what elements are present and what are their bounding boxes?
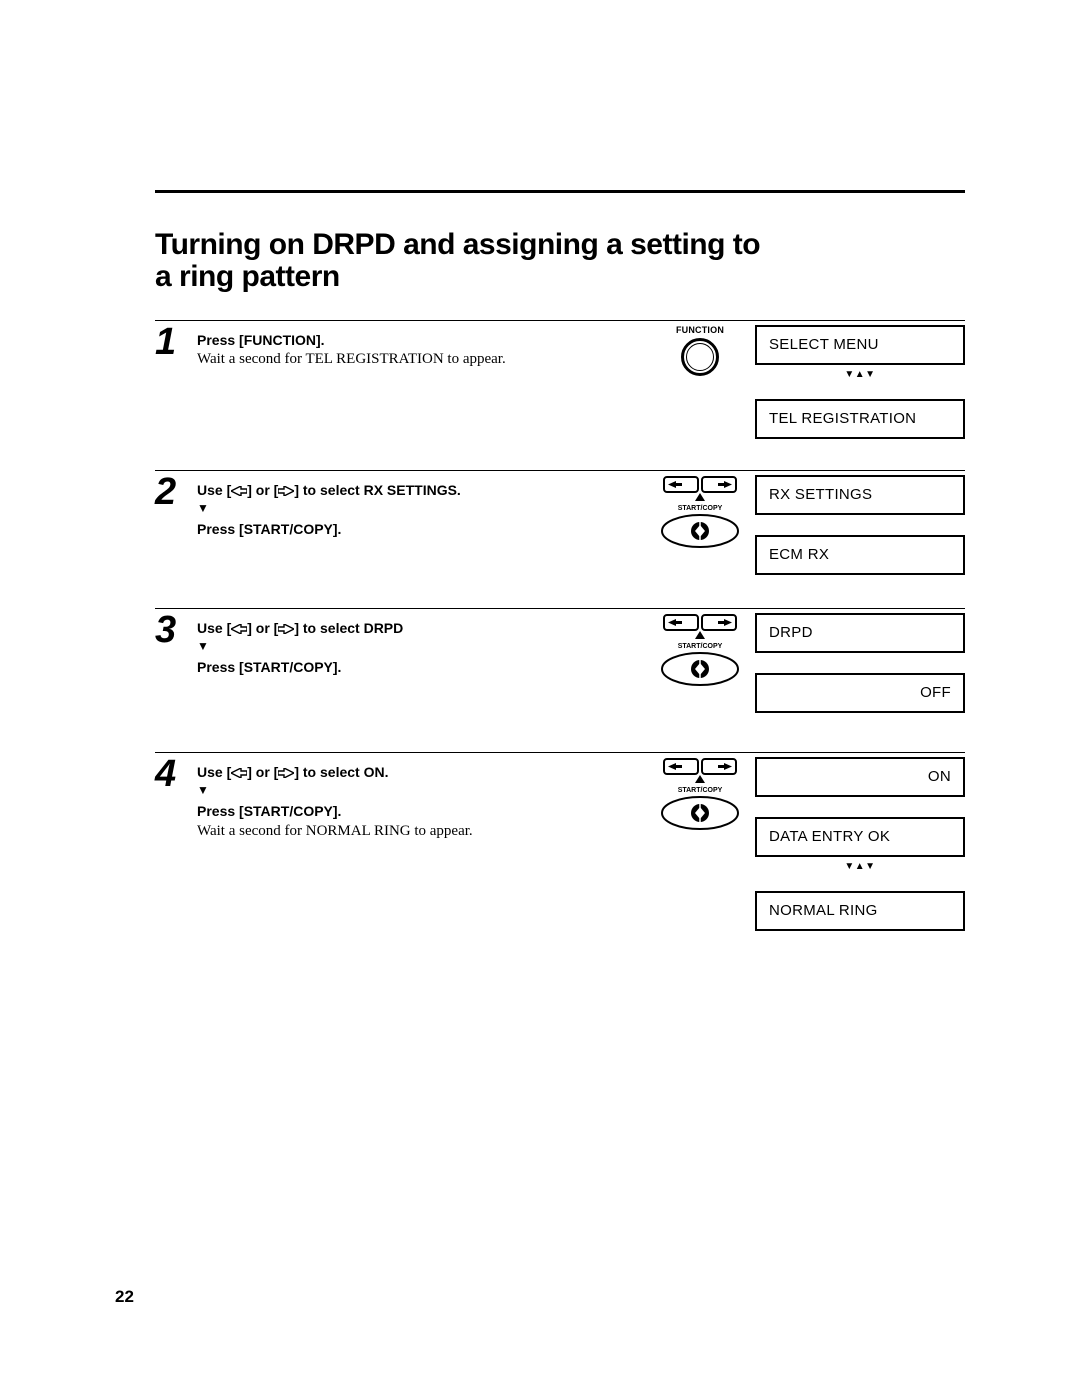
left-arrow-icon [231, 486, 247, 496]
lcd-display: NORMAL RING [755, 891, 965, 931]
arrows-start-button-icon: START/COPY [650, 613, 750, 688]
manual-page: Turning on DRPD and assigning a setting … [0, 0, 1080, 1397]
step-number: 1 [155, 323, 197, 470]
step-extra: Wait a second for TEL REGISTRATION to ap… [197, 351, 635, 368]
lcd-display: ON [755, 757, 965, 797]
step-2: 2 Use [] or [] to select RX SETTINGS. ▼ … [155, 470, 965, 608]
step-instruction-2: Press [START/COPY]. [197, 656, 635, 678]
arrows-start-button-icon: START/COPY [650, 757, 750, 832]
transition-icon: ▼▲▼ [755, 857, 965, 877]
lcd-display: ECM RX [755, 535, 965, 575]
arrows-start-button-icon: START/COPY [650, 475, 750, 550]
button-cluster: START/COPY [645, 613, 755, 752]
step-extra: Wait a second for NORMAL RING to appear. [197, 823, 635, 840]
lcd-display: SELECT MENU [755, 325, 965, 365]
lcd-display: TEL REGISTRATION [755, 399, 965, 439]
top-rule [155, 190, 965, 193]
step-body: Use [] or [] to select ON. ▼ Press [STAR… [197, 757, 645, 972]
display-group: DRPD OFF [755, 613, 965, 752]
display-group: RX SETTINGS ECM RX [755, 475, 965, 608]
display-group: SELECT MENU ▼▲▼ TEL REGISTRATION [755, 325, 965, 470]
lcd-display: DRPD [755, 613, 965, 653]
step-instruction-2: Press [START/COPY]. [197, 518, 635, 540]
step-number: 4 [155, 755, 197, 972]
step-3: 3 Use [] or [] to select DRPD ▼ Press [S… [155, 608, 965, 752]
step-1: 1 Press [FUNCTION]. Wait a second for TE… [155, 320, 965, 470]
circle-icon [681, 338, 719, 376]
right-arrow-icon [278, 624, 294, 634]
step-instruction-1: Press [FUNCTION]. [197, 329, 635, 351]
steps-list: 1 Press [FUNCTION]. Wait a second for TE… [155, 320, 965, 972]
step-instruction-1: Use [] or [] to select RX SETTINGS. [197, 479, 635, 501]
step-number: 3 [155, 611, 197, 752]
down-triangle-icon [695, 493, 705, 501]
down-triangle-icon: ▼ [197, 783, 209, 798]
down-triangle-icon: ▼ [197, 501, 209, 516]
left-arrow-icon [231, 624, 247, 634]
down-triangle-icon: ▼ [197, 639, 209, 654]
display-group: ON DATA ENTRY OK ▼▲▼ NORMAL RING [755, 757, 965, 972]
lcd-display: RX SETTINGS [755, 475, 965, 515]
page-number: 22 [115, 1287, 134, 1307]
step-instruction-2: Press [START/COPY]. [197, 800, 635, 822]
lcd-display: OFF [755, 673, 965, 713]
button-cluster: START/COPY [645, 475, 755, 608]
step-body: Use [] or [] to select DRPD ▼ Press [STA… [197, 613, 645, 752]
button-cluster: START/COPY [645, 757, 755, 972]
button-cluster: FUNCTION [645, 325, 755, 470]
right-arrow-icon [278, 486, 294, 496]
left-arrow-icon [231, 768, 247, 778]
step-instruction-1: Use [] or [] to select DRPD [197, 617, 635, 639]
svg-text:START/COPY: START/COPY [678, 643, 723, 650]
page-title: Turning on DRPD and assigning a setting … [155, 229, 765, 294]
svg-text:START/COPY: START/COPY [678, 505, 723, 512]
step-instruction-1: Use [] or [] to select ON. [197, 761, 635, 783]
step-body: Use [] or [] to select RX SETTINGS. ▼ Pr… [197, 475, 645, 608]
function-button-icon: FUNCTION [670, 325, 730, 376]
transition-icon: ▼▲▼ [755, 365, 965, 385]
step-4: 4 Use [] or [] to select ON. ▼ Press [ST… [155, 752, 965, 972]
right-arrow-icon [278, 768, 294, 778]
svg-text:START/COPY: START/COPY [678, 787, 723, 794]
step-body: Press [FUNCTION]. Wait a second for TEL … [197, 325, 645, 470]
step-number: 2 [155, 473, 197, 608]
lcd-display: DATA ENTRY OK [755, 817, 965, 857]
